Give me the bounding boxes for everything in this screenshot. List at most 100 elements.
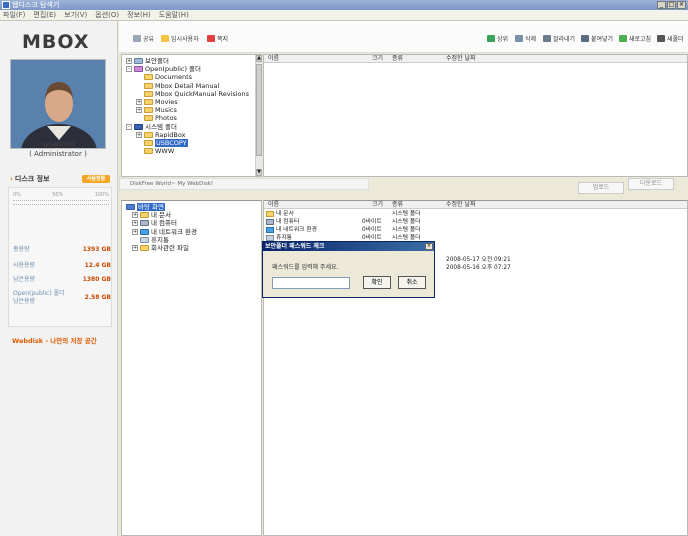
- scroll-up-icon[interactable]: ▲: [256, 55, 262, 62]
- refresh-button[interactable]: 새로고침: [619, 34, 651, 43]
- col-name[interactable]: 이름: [268, 201, 279, 209]
- close-icon[interactable]: ×: [677, 1, 686, 9]
- refresh-label: 새로고침: [629, 36, 652, 43]
- app-icon: [2, 1, 10, 9]
- menu-help[interactable]: 도움말(H): [159, 10, 189, 20]
- new-folder-button[interactable]: 새폴더: [657, 34, 684, 43]
- shared-folder-icon: [134, 66, 143, 73]
- col-size[interactable]: 크기: [372, 55, 383, 63]
- temp-user-button[interactable]: 임시사용자: [161, 34, 199, 43]
- tree-node-photos[interactable]: Photos: [126, 114, 261, 122]
- password-input[interactable]: [272, 277, 350, 289]
- menu-file[interactable]: 파일(F): [3, 10, 25, 20]
- local-list-header: 이름 크기 종류 수정한 날짜: [264, 201, 687, 209]
- new-folder-label: 새폴더: [667, 36, 684, 43]
- col-date[interactable]: 수정한 날짜: [446, 55, 476, 63]
- tree-node-mbox-quickmanual[interactable]: Mbox QuickManual Revisions: [126, 90, 261, 98]
- scroll-down-icon[interactable]: ▼: [256, 169, 262, 176]
- cancel-button[interactable]: 취소: [398, 276, 426, 289]
- expand-icon[interactable]: +: [136, 98, 142, 105]
- menu-info[interactable]: 정보(H): [127, 10, 151, 20]
- tree-node-www[interactable]: WWW: [126, 147, 261, 155]
- local-node-company-files[interactable]: + 회사관련 파일: [126, 244, 261, 252]
- row-date: 2008-05-17 오전 09:21: [446, 257, 511, 263]
- scale-50: 50%: [52, 192, 64, 198]
- dialog-message: 패스워드를 입력해 주세요.: [272, 264, 339, 271]
- disk-usage-badge[interactable]: 사용현황: [82, 175, 110, 183]
- maximize-icon[interactable]: □: [667, 1, 676, 9]
- tree-node-usbcopy[interactable]: USBCOPY: [126, 138, 261, 147]
- col-type[interactable]: 종류: [392, 55, 403, 63]
- menu-edit[interactable]: 편집(E): [33, 10, 56, 20]
- disk-info-panel: 0% 50% 100% 총용량 1393 GB 사용용량 12.4 GB 남은용…: [8, 187, 112, 327]
- tree-node-documents[interactable]: Documents: [126, 73, 261, 81]
- tree-node-rapidbox[interactable]: + RapidBox: [126, 131, 261, 139]
- lock-folder-icon: [134, 58, 143, 64]
- menu-options[interactable]: 옵션(O): [95, 10, 119, 20]
- local-node-my-documents[interactable]: + 내 문서: [126, 211, 261, 219]
- col-size[interactable]: 크기: [372, 201, 383, 209]
- upload-button[interactable]: 업로드: [578, 182, 624, 194]
- collapse-icon[interactable]: -: [126, 66, 132, 73]
- desktop-icon: [126, 204, 135, 210]
- tree-node-movies[interactable]: + Movies: [126, 98, 261, 106]
- row-name: 내 네트워크 환경: [276, 227, 318, 233]
- up-label: 상위: [497, 36, 509, 43]
- expand-icon[interactable]: +: [132, 244, 138, 251]
- tree-node-musics[interactable]: + Musics: [126, 106, 261, 114]
- expand-icon[interactable]: +: [126, 58, 132, 64]
- server-file-list: 이름 크기 종류 수정한 날짜: [263, 54, 688, 177]
- message-button[interactable]: 쪽지: [207, 34, 228, 43]
- delete-label: 삭제: [525, 36, 537, 43]
- expand-icon[interactable]: +: [136, 131, 142, 138]
- minimize-icon[interactable]: _: [657, 1, 666, 9]
- toolbar: 공유 임시사용자 쪽지 상위 삭제 잘라내기 붙여넣기 새로고침 새폴더: [119, 21, 688, 53]
- local-node-desktop[interactable]: 바탕 화면: [126, 203, 261, 211]
- folder-icon: [144, 115, 153, 122]
- cut-button[interactable]: 잘라내기: [543, 34, 575, 43]
- row-name: 내 문서: [276, 211, 294, 217]
- list-item[interactable]: 내 문서 시스템 폴더: [266, 211, 686, 218]
- delete-button[interactable]: 삭제: [515, 34, 536, 43]
- expand-icon[interactable]: +: [132, 220, 138, 227]
- tree-node-secure-folder[interactable]: + 보안폴더: [126, 57, 261, 65]
- node-label: 내 컴퓨터: [151, 219, 177, 228]
- dialog-close-icon[interactable]: ×: [425, 243, 433, 250]
- new-folder-icon: [657, 35, 665, 42]
- download-button[interactable]: 다운로드: [628, 178, 674, 190]
- server-tree-scrollbar[interactable]: ▲ ▼: [255, 55, 262, 176]
- temp-user-label: 임시사용자: [171, 36, 199, 43]
- scroll-thumb[interactable]: [256, 64, 262, 156]
- list-item[interactable]: 내 네트워크 환경 0바이트 시스템 폴더: [266, 227, 686, 234]
- stat-label: 남은용량: [13, 276, 36, 283]
- node-label: Documents: [155, 73, 193, 82]
- col-type[interactable]: 종류: [392, 201, 403, 209]
- paste-button[interactable]: 붙여넣기: [581, 34, 613, 43]
- local-node-network[interactable]: + 내 네트워크 환경: [126, 228, 261, 236]
- ok-button[interactable]: 확인: [363, 276, 391, 289]
- collapse-icon[interactable]: -: [126, 123, 132, 130]
- share-button[interactable]: 공유: [133, 34, 154, 43]
- tree-node-public-folder[interactable]: - Open(public) 폴더: [126, 65, 261, 73]
- local-node-my-computer[interactable]: + 내 컴퓨터: [126, 219, 261, 227]
- title-bar: 웹디스크 탐색기 _ □ ×: [0, 0, 688, 10]
- usage-scale: 0% 50% 100%: [13, 192, 109, 198]
- user-photo: [10, 59, 106, 149]
- system-folder-icon: [134, 123, 143, 130]
- window-controls: _ □ ×: [657, 1, 686, 9]
- tree-node-mbox-detail-manual[interactable]: Mbox Detail Manual: [126, 82, 261, 90]
- menu-view[interactable]: 보기(V): [64, 10, 87, 20]
- expand-icon[interactable]: +: [136, 107, 142, 114]
- col-name[interactable]: 이름: [268, 55, 279, 63]
- expand-icon[interactable]: +: [132, 228, 138, 235]
- tree-node-system-folder[interactable]: - 시스템 폴더: [126, 123, 261, 131]
- col-date[interactable]: 수정한 날짜: [446, 201, 476, 209]
- expand-icon[interactable]: +: [132, 212, 138, 219]
- stat-value: 2.58 GB: [84, 294, 111, 301]
- folder-icon: [140, 244, 149, 251]
- cut-icon: [543, 35, 551, 42]
- status-message: DiskFree World~ My WebDisk!: [130, 181, 214, 187]
- list-item[interactable]: 내 컴퓨터 0바이트 시스템 폴더: [266, 219, 686, 226]
- local-node-recycle-bin[interactable]: 휴지통: [126, 236, 261, 244]
- up-button[interactable]: 상위: [487, 34, 508, 43]
